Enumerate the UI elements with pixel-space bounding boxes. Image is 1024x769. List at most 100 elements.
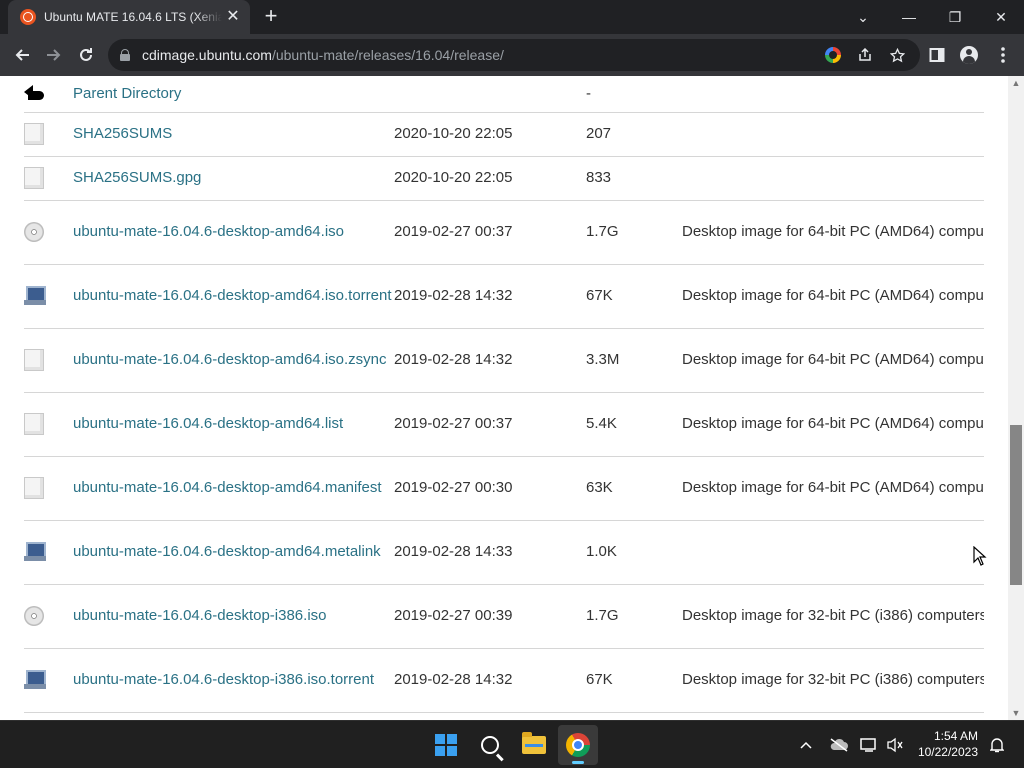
chevron-up-icon	[800, 741, 812, 749]
row-icon-cell	[24, 200, 73, 265]
notifications-button[interactable]	[986, 721, 1008, 769]
tab-strip: Ubuntu MATE 16.04.6 LTS (Xenial Xerus) ✕…	[0, 0, 1024, 34]
new-tab-button[interactable]: +	[258, 4, 284, 30]
file-link[interactable]: SHA256SUMS	[73, 125, 172, 142]
row-date: 2019-02-27 00:37	[394, 200, 586, 265]
side-panel-icon	[929, 48, 945, 62]
show-hidden-icons-button[interactable]	[794, 721, 818, 769]
row-date: 2019-02-27 00:30	[394, 456, 586, 521]
mouse-cursor-icon	[973, 546, 987, 566]
side-panel-button[interactable]	[924, 42, 950, 68]
volume-tray-button[interactable]	[884, 721, 906, 769]
row-description: Desktop image for 64-bit PC (AMD64) comp…	[682, 456, 984, 521]
row-description: Desktop image for 64-bit PC (AMD64) comp…	[682, 200, 984, 265]
file-link[interactable]: ubuntu-mate-16.04.6-desktop-amd64.metali…	[73, 543, 381, 560]
row-icon-cell	[24, 264, 73, 329]
file-link[interactable]: ubuntu-mate-16.04.6-desktop-amd64.list	[73, 415, 343, 432]
disc-icon	[24, 606, 44, 626]
row-size: 1.0K	[586, 520, 682, 585]
file-link[interactable]: ubuntu-mate-16.04.6-desktop-amd64.iso.zs…	[73, 351, 387, 368]
tab-search-button[interactable]: ⌄	[840, 0, 886, 34]
page-scrollbar[interactable]: ▲ ▼	[1008, 76, 1024, 720]
profile-button[interactable]	[956, 42, 982, 68]
network-tray-button[interactable]	[858, 721, 880, 769]
clock-time: 1:54 AM	[933, 729, 978, 743]
row-icon-cell	[24, 520, 73, 585]
more-vertical-icon	[1001, 47, 1005, 63]
table-row: Parent Directory -	[24, 76, 984, 113]
taskbar-search-button[interactable]	[470, 725, 510, 765]
row-size: 207	[586, 112, 682, 157]
taskbar: 1:54 AM 10/22/2023	[0, 720, 1024, 768]
file-link[interactable]: Parent Directory	[73, 85, 181, 102]
minimize-button[interactable]: —	[886, 0, 932, 34]
reload-button[interactable]	[72, 41, 100, 69]
file-link[interactable]: ubuntu-mate-16.04.6-desktop-amd64.iso	[73, 223, 344, 240]
bookmark-star-icon[interactable]	[884, 43, 910, 67]
start-button[interactable]	[426, 725, 466, 765]
row-size: 3.3M	[586, 328, 682, 393]
row-name-cell: ubuntu-mate-16.04.6-desktop-amd64.iso.to…	[73, 264, 394, 329]
table-row: SHA256SUMS.gpg 2020-10-20 22:05 833	[24, 156, 984, 201]
google-lens-icon[interactable]	[820, 43, 846, 67]
file-link[interactable]: SHA256SUMS.gpg	[73, 169, 201, 186]
row-description: Desktop image for 64-bit PC (AMD64) comp…	[682, 264, 984, 329]
back-button[interactable]	[8, 41, 36, 69]
chrome-taskbar-button[interactable]	[558, 725, 598, 765]
table-row: SHA256SUMS 2020-10-20 22:05 207	[24, 112, 984, 157]
file-icon	[24, 349, 44, 371]
file-icon	[24, 123, 44, 145]
description-text: Desktop image for 64-bit PC (AMD64) comp…	[682, 287, 984, 304]
tab-close-icon[interactable]: ✕	[224, 9, 242, 25]
url-host: cdimage.ubuntu.com	[142, 47, 272, 63]
scrollbar-thumb[interactable]	[1010, 425, 1022, 585]
file-link[interactable]: ubuntu-mate-16.04.6-desktop-amd64.manife…	[73, 479, 382, 496]
table-row: ubuntu-mate-16.04.6-desktop-i386.iso 2019…	[24, 584, 984, 649]
file-link[interactable]: ubuntu-mate-16.04.6-desktop-i386.iso.tor…	[73, 671, 374, 688]
row-name-cell: SHA256SUMS	[73, 112, 394, 157]
address-bar[interactable]: cdimage.ubuntu.com/ubuntu-mate/releases/…	[108, 39, 920, 71]
row-name-cell: SHA256SUMS.gpg	[73, 156, 394, 201]
cloud-offline-icon	[830, 738, 848, 752]
scroll-up-arrow-icon[interactable]: ▲	[1008, 76, 1024, 90]
description-text: Desktop image for 64-bit PC (AMD64) comp…	[682, 415, 984, 432]
row-name-cell: ubuntu-mate-16.04.6-desktop-amd64.iso	[73, 200, 394, 265]
taskbar-clock[interactable]: 1:54 AM 10/22/2023	[912, 728, 978, 760]
row-date: 2019-02-28 14:32	[394, 648, 586, 713]
restore-button[interactable]: ❐	[932, 0, 978, 34]
row-name-cell: ubuntu-mate-16.04.6-desktop-amd64.metali…	[73, 520, 394, 585]
file-explorer-button[interactable]	[514, 725, 554, 765]
display-icon	[860, 738, 876, 752]
table-row: ubuntu-mate-16.04.6-desktop-amd64.iso.zs…	[24, 328, 984, 393]
row-icon-cell	[24, 76, 73, 113]
row-icon-cell	[24, 156, 73, 201]
description-text: Desktop image for 64-bit PC (AMD64) comp…	[682, 223, 984, 240]
row-size: 833	[586, 156, 682, 201]
row-size: -	[586, 76, 682, 113]
close-window-button[interactable]: ✕	[978, 0, 1024, 34]
file-link[interactable]: ubuntu-mate-16.04.6-desktop-i386.iso	[73, 607, 327, 624]
row-description	[682, 520, 984, 585]
forward-button[interactable]	[40, 41, 68, 69]
share-icon[interactable]	[852, 43, 878, 67]
menu-button[interactable]	[990, 42, 1016, 68]
onedrive-tray-button[interactable]	[826, 721, 852, 769]
computer-icon	[24, 285, 46, 307]
row-name-cell: ubuntu-mate-16.04.6-desktop-amd64.iso.zs…	[73, 328, 394, 393]
row-description: Desktop image for 32-bit PC (i386) compu…	[682, 584, 984, 649]
browser-tab[interactable]: Ubuntu MATE 16.04.6 LTS (Xenial Xerus) ✕	[8, 0, 250, 34]
page-viewport: Parent Directory - SHA256SUMS 2020-10-20 22…	[0, 76, 1008, 720]
file-listing-table: Parent Directory - SHA256SUMS 2020-10-20 22…	[24, 76, 984, 713]
lock-icon[interactable]	[120, 49, 130, 61]
row-description: Desktop image for 32-bit PC (i386) compu…	[682, 648, 984, 713]
windows-logo-icon	[435, 734, 457, 756]
row-date: 2020-10-20 22:05	[394, 112, 586, 157]
row-size: 1.7G	[586, 200, 682, 265]
scroll-down-arrow-icon[interactable]: ▼	[1008, 706, 1024, 720]
row-date	[394, 76, 586, 113]
row-name-cell: ubuntu-mate-16.04.6-desktop-i386.iso.tor…	[73, 648, 394, 713]
row-size: 1.7G	[586, 584, 682, 649]
row-icon-cell	[24, 648, 73, 713]
row-name-cell: ubuntu-mate-16.04.6-desktop-i386.iso	[73, 584, 394, 649]
file-link[interactable]: ubuntu-mate-16.04.6-desktop-amd64.iso.to…	[73, 287, 392, 304]
